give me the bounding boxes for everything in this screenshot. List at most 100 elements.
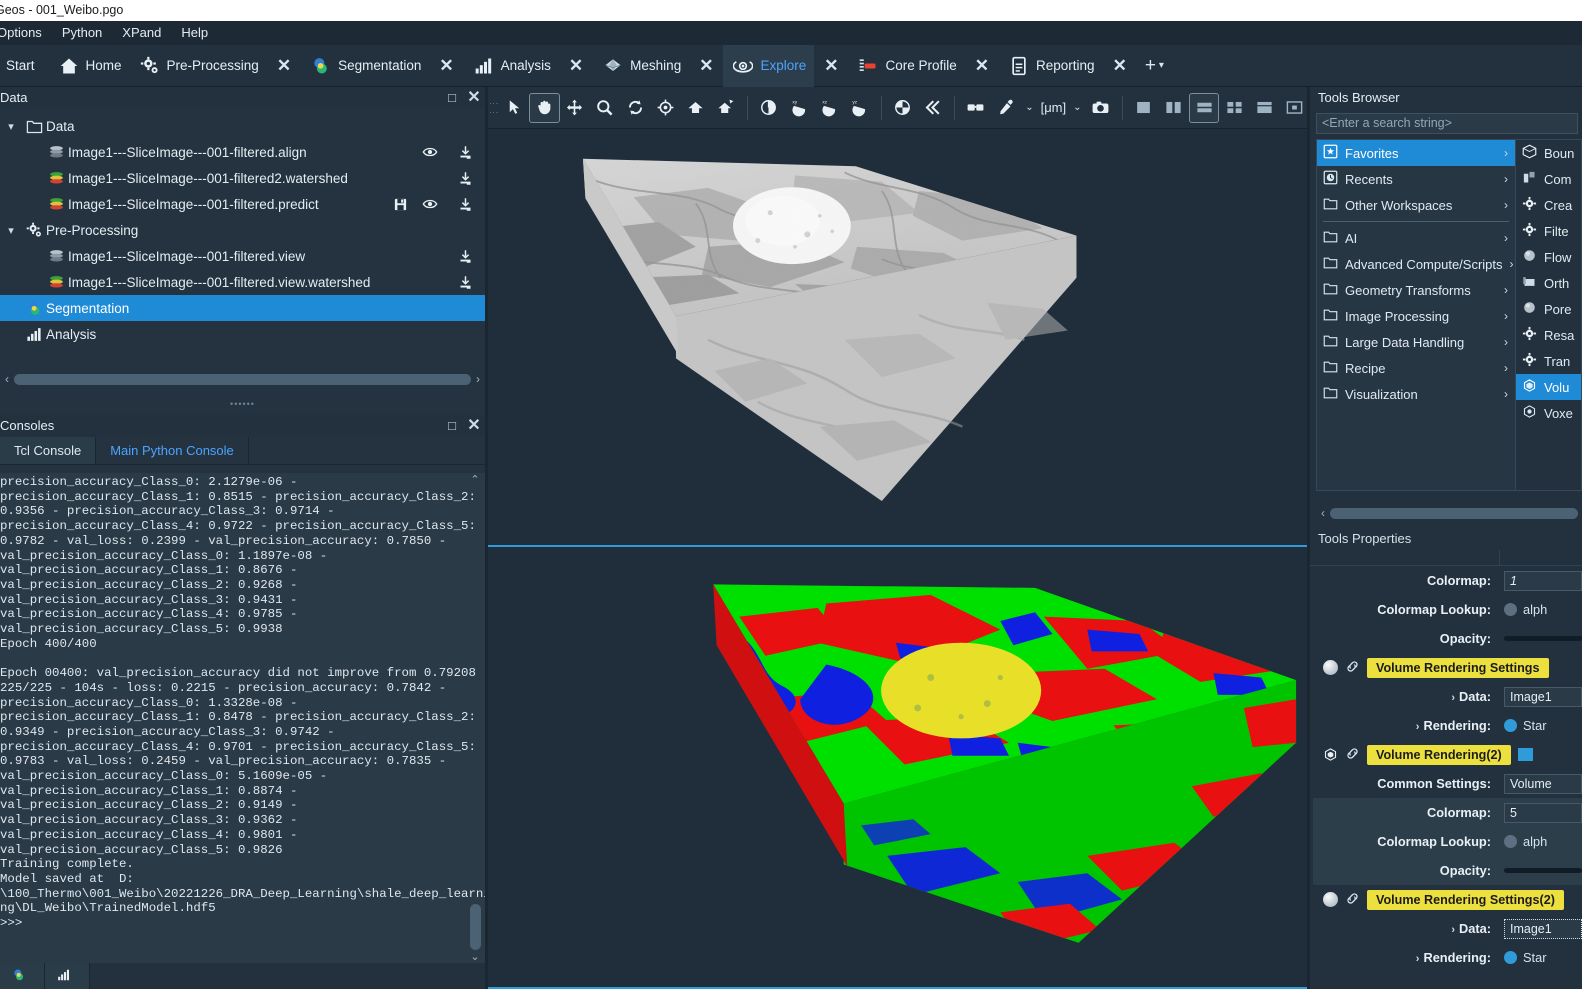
property-radio[interactable] [1504, 719, 1517, 732]
move-icon[interactable] [560, 93, 590, 123]
tools-category-visualization[interactable]: Visualization › [1317, 381, 1515, 407]
tool-item-boun[interactable]: Boun [1516, 140, 1581, 166]
home-view-icon[interactable] [680, 93, 710, 123]
tool-item-com[interactable]: Com [1516, 166, 1581, 192]
tab-segmentation[interactable]: Segmentation [301, 45, 429, 87]
tab-home[interactable]: Home [49, 45, 130, 87]
set-home-view-icon[interactable] [711, 93, 741, 123]
download-icon[interactable] [445, 275, 485, 290]
console-tab-tcl-console[interactable]: Tcl Console [0, 437, 97, 464]
tool-item-pore[interactable]: Pore [1516, 296, 1581, 322]
scroll-left-icon[interactable]: ‹ [1316, 506, 1330, 520]
tab-start[interactable]: Start [0, 45, 49, 87]
property-group-header[interactable]: Volume Rendering Settings(2) [1313, 885, 1582, 914]
scroll-down-icon[interactable]: ⌄ [470, 950, 479, 963]
consoles-close-button[interactable]: ✕ [463, 415, 485, 437]
data-tree-row[interactable]: ▾Image1---SliceImage---001-filtered2.wat… [0, 165, 485, 191]
viewport-top-grayscale[interactable] [485, 129, 1310, 545]
chevron-right-icon[interactable]: › [1504, 335, 1515, 349]
data-tree-horizontal-scrollbar[interactable]: ‹ › [0, 369, 485, 389]
tool-item-volu[interactable]: Volu [1516, 374, 1581, 400]
tool-item-flow[interactable]: Flow [1516, 244, 1581, 270]
stereo-glasses-icon[interactable] [961, 93, 991, 123]
link-icon[interactable] [1345, 891, 1360, 909]
layout-stacked-icon[interactable] [1250, 93, 1280, 123]
expand-caret-icon[interactable]: › [1451, 924, 1459, 936]
tools-category-favorites[interactable]: Favorites › [1317, 140, 1515, 166]
chevron-right-icon[interactable]: › [1504, 361, 1515, 375]
tools-category-recents[interactable]: Recents › [1317, 166, 1515, 192]
eyedropper-dropdown-chevron-icon[interactable]: ⌄ [1021, 102, 1037, 113]
tool-item-orth[interactable]: Orth [1516, 270, 1581, 296]
zoom-magnifier-icon[interactable] [590, 93, 620, 123]
select-arrow-icon[interactable] [499, 93, 529, 123]
viewport-bottom-segmented[interactable] [485, 545, 1310, 989]
data-tree-row[interactable]: ▾Image1---SliceImage---001-filtered.view [0, 243, 485, 269]
view-xy-icon[interactable]: xy [784, 93, 814, 123]
property-value-field[interactable]: Image1 [1504, 686, 1582, 707]
property-value-field[interactable]: 5 [1504, 802, 1582, 823]
tools-category-advanced-compute-scripts[interactable]: Advanced Compute/Scripts › [1317, 251, 1515, 277]
visibility-eye-icon[interactable] [415, 196, 445, 212]
expand-caret-icon[interactable]: › [1451, 692, 1459, 704]
console-vertical-scrollbar[interactable]: ⌃ ⌄ [467, 473, 483, 963]
data-tree-row[interactable]: ▾ Data [0, 113, 485, 139]
tab-meshing-close-icon[interactable]: ✕ [689, 57, 723, 74]
pan-hand-icon[interactable] [529, 92, 560, 123]
panel-splitter-grip[interactable]: •••••• [0, 399, 485, 409]
tab-explore[interactable]: Explore [723, 44, 815, 87]
layout-quad-icon[interactable] [1219, 93, 1249, 123]
tools-category-image-processing[interactable]: Image Processing › [1317, 303, 1515, 329]
tab-segmentation-close-icon[interactable]: ✕ [429, 57, 463, 74]
tool-item-resa[interactable]: Resa [1516, 322, 1581, 348]
tool-item-filte[interactable]: Filte [1516, 218, 1581, 244]
layout-two-rows-icon[interactable] [1189, 92, 1220, 123]
chevron-right-icon[interactable]: › [1504, 387, 1515, 401]
tab-analysis-close-icon[interactable]: ✕ [559, 57, 593, 74]
tab-pre-processing-close-icon[interactable]: ✕ [267, 57, 301, 74]
download-icon[interactable] [445, 197, 485, 212]
tab-analysis[interactable]: Analysis [464, 45, 559, 87]
download-icon[interactable] [445, 249, 485, 264]
unit-dropdown-chevron-icon[interactable]: ⌄ [1069, 102, 1085, 113]
scroll-up-icon[interactable]: ⌃ [470, 473, 479, 486]
tab-explore-close-icon[interactable]: ✕ [814, 57, 848, 74]
tab-meshing[interactable]: Meshing [593, 45, 689, 87]
data-tree-row[interactable]: ▾ Pre-Processing [0, 217, 485, 243]
link-icon[interactable] [1345, 746, 1360, 764]
tools-category-other-workspaces[interactable]: Other Workspaces › [1317, 192, 1515, 218]
left-splitter[interactable] [485, 87, 488, 989]
property-radio[interactable] [1504, 835, 1517, 848]
save-action[interactable] [385, 197, 415, 212]
data-tree-row[interactable]: ▾Analysis [0, 321, 485, 347]
property-group-header[interactable]: Volume Rendering(2) [1313, 740, 1582, 769]
tab-core-profile-close-icon[interactable]: ✕ [965, 57, 999, 74]
consoles-maximize-button[interactable]: □ [441, 415, 463, 437]
chevron-right-icon[interactable]: › [1504, 146, 1515, 160]
expand-caret-icon[interactable]: ▾ [0, 120, 22, 133]
status-tab[interactable] [0, 963, 45, 989]
property-radio[interactable] [1504, 603, 1517, 616]
tab-reporting-close-icon[interactable]: ✕ [1103, 57, 1137, 74]
download-icon[interactable] [445, 171, 485, 186]
tools-category-recipe[interactable]: Recipe › [1317, 355, 1515, 381]
data-panel-maximize-button[interactable]: □ [441, 87, 463, 109]
tools-browser-horizontal-scrollbar[interactable]: ‹ [1316, 504, 1578, 522]
property-value-field[interactable]: 1 [1504, 570, 1582, 591]
chevron-right-icon[interactable]: › [1504, 231, 1515, 245]
camera-icon[interactable] [1086, 93, 1116, 123]
chevron-down-icon[interactable]: ▾ [1159, 60, 1164, 71]
property-value-field[interactable]: Image1 [1504, 918, 1582, 939]
tab-pre-processing[interactable]: Pre-Processing [130, 45, 267, 87]
eyedropper-icon[interactable] [991, 93, 1021, 123]
tools-category-large-data-handling[interactable]: Large Data Handling › [1317, 329, 1515, 355]
menu-item-python[interactable]: Python [52, 21, 112, 45]
link-icon[interactable] [1345, 659, 1360, 677]
opacity-slider[interactable] [1504, 868, 1582, 873]
chevron-right-icon[interactable]: › [1504, 172, 1515, 186]
menu-item-options[interactable]: Options [0, 21, 52, 45]
visibility-eye-icon[interactable] [415, 144, 445, 160]
scroll-left-icon[interactable]: ‹ [0, 372, 14, 386]
property-radio[interactable] [1504, 951, 1517, 964]
chevron-right-icon[interactable]: › [1504, 283, 1515, 297]
